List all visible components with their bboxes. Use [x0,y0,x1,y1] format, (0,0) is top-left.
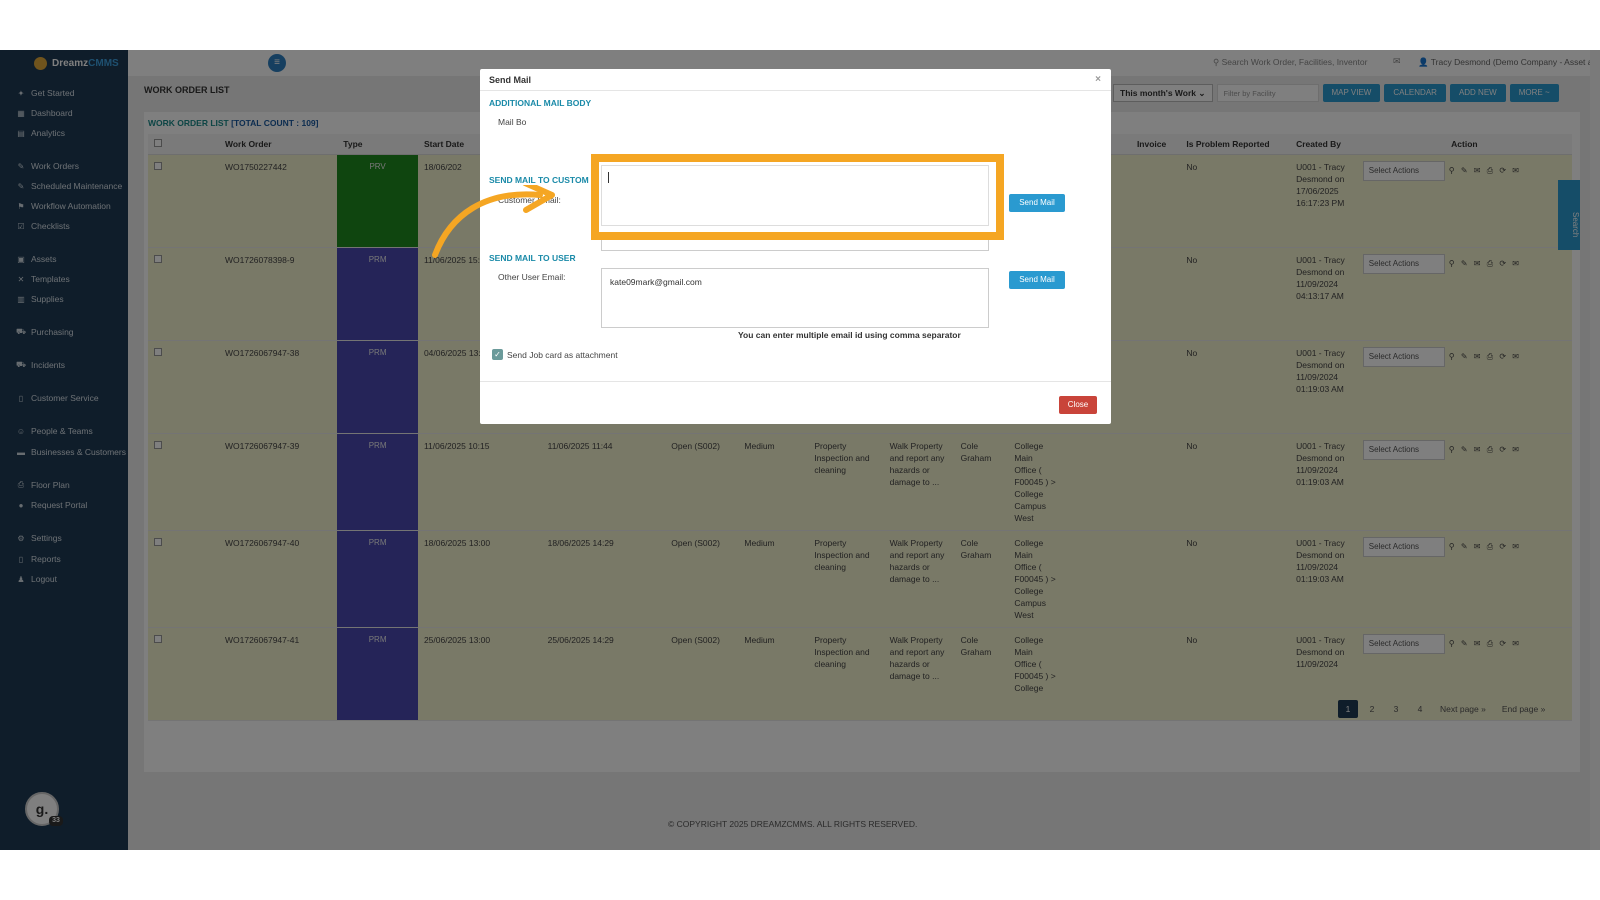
dialog-header: Send Mail × [480,69,1111,91]
dialog-footer [480,381,1111,382]
close-button[interactable]: Close [1059,396,1097,414]
pointer-arrow-icon [432,185,555,258]
additional-mail-body-heading: ADDITIONAL MAIL BODY [489,98,592,108]
text-caret [608,172,609,183]
mail-body-label: Mail Bo [498,117,527,127]
mail-body-field[interactable] [601,165,989,226]
send-mail-dialog: Send Mail × ADDITIONAL MAIL BODY Mail Bo… [480,69,1111,424]
send-mail-customer-button[interactable]: Send Mail [1009,194,1065,212]
send-mail-user-button[interactable]: Send Mail [1009,271,1065,289]
close-icon[interactable]: × [1095,74,1101,85]
other-user-email-label: Other User Email: [498,272,566,282]
attach-label: Send Job card as attachment [507,349,618,360]
email-hint: You can enter multiple email id using co… [738,330,961,340]
attach-checkbox[interactable]: ✓ [492,349,503,360]
other-user-email-field[interactable]: kate09mark@gmail.com [601,268,989,328]
app-window: DreamzCMMS ✦Get Started▦Dashboard▤Analyt… [0,50,1600,850]
dialog-title: Send Mail [489,75,532,85]
send-mail-customer-heading: SEND MAIL TO CUSTOM [489,175,589,185]
attach-job-card[interactable]: ✓ Send Job card as attachment [492,349,618,360]
